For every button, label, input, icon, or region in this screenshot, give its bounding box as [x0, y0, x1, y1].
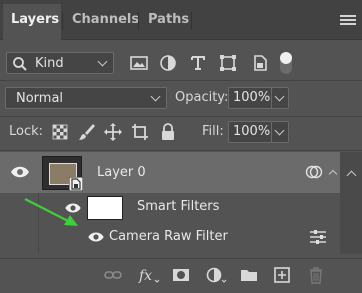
filter-kind-dropdown[interactable]: Kind — [6, 52, 114, 74]
panel-tab-bar: Layers Channels Paths — [0, 0, 362, 40]
layer-name[interactable]: Layer 0 — [97, 165, 146, 180]
divider — [0, 80, 362, 81]
lock-transparent-icon[interactable] — [50, 122, 70, 142]
opacity-dropdown-button[interactable] — [271, 87, 289, 109]
smart-filters-label[interactable]: Smart Filters — [137, 199, 219, 214]
chevron-down-icon — [274, 91, 285, 102]
chevron-down-icon — [97, 56, 108, 67]
svg-text:fx: fx — [138, 268, 152, 284]
tab-channels[interactable]: Channels — [72, 4, 139, 40]
delete-layer-icon[interactable] — [307, 266, 325, 284]
lock-all-icon[interactable] — [158, 122, 178, 142]
new-layer-icon[interactable] — [273, 266, 291, 284]
opacity-input[interactable]: 100% — [228, 87, 272, 109]
shape-filter-icon[interactable] — [218, 53, 238, 73]
panel-menu-icon[interactable] — [340, 15, 356, 25]
tab-divider — [191, 12, 192, 30]
tab-paths[interactable]: Paths — [148, 4, 189, 40]
tab-divider — [138, 12, 139, 30]
tab-layers[interactable]: Layers — [3, 4, 61, 40]
blend-mode-value: Normal — [16, 91, 64, 106]
smart-object-filter-icon[interactable] — [250, 53, 270, 73]
adjustment-filter-icon[interactable] — [158, 53, 178, 73]
layer-thumbnail[interactable] — [42, 156, 83, 191]
chevron-up-icon[interactable] — [346, 170, 357, 181]
fx-icon[interactable]: fx — [138, 266, 160, 284]
opacity-label: Opacity: — [175, 90, 229, 105]
filter-name[interactable]: Camera Raw Filter — [109, 229, 228, 244]
layers-scrollbar[interactable] — [340, 152, 362, 254]
toggle-knob — [280, 52, 292, 64]
lock-image-icon[interactable] — [77, 122, 97, 142]
chevron-down-icon — [150, 91, 161, 102]
visibility-eye-icon[interactable] — [10, 165, 30, 179]
search-icon — [13, 57, 27, 71]
divider — [0, 116, 362, 117]
group-folder-icon[interactable] — [240, 266, 258, 284]
fill-input[interactable]: 100% — [228, 121, 272, 143]
blend-mode-dropdown[interactable]: Normal — [5, 87, 167, 109]
type-filter-icon[interactable] — [188, 53, 208, 73]
smart-filter-mask-thumbnail[interactable] — [87, 196, 123, 220]
fill-label: Fill: — [202, 124, 224, 139]
lock-label: Lock: — [9, 124, 44, 139]
annotation-arrow-icon — [24, 198, 78, 226]
adjustment-layer-icon[interactable] — [206, 266, 228, 284]
filter-toggle[interactable] — [280, 52, 292, 74]
fill-dropdown-button[interactable] — [271, 121, 289, 143]
tab-divider — [62, 12, 63, 30]
smart-object-badge-icon — [69, 177, 83, 191]
visibility-eye-icon[interactable] — [87, 231, 105, 243]
image-filter-icon[interactable] — [129, 53, 149, 73]
filter-blending-options-icon[interactable] — [309, 230, 327, 244]
chevron-down-icon — [274, 125, 285, 136]
filter-kind-label: Kind — [35, 56, 64, 71]
layers-panel: Layers Channels Paths Kind Normal Opacit… — [0, 0, 362, 293]
smart-filter-indicator-icon[interactable] — [305, 164, 323, 180]
lock-position-icon[interactable] — [103, 122, 123, 142]
lock-artboard-icon[interactable] — [130, 122, 150, 142]
link-layers-icon[interactable] — [104, 266, 122, 284]
divider — [0, 150, 362, 151]
add-mask-icon[interactable] — [172, 266, 190, 284]
